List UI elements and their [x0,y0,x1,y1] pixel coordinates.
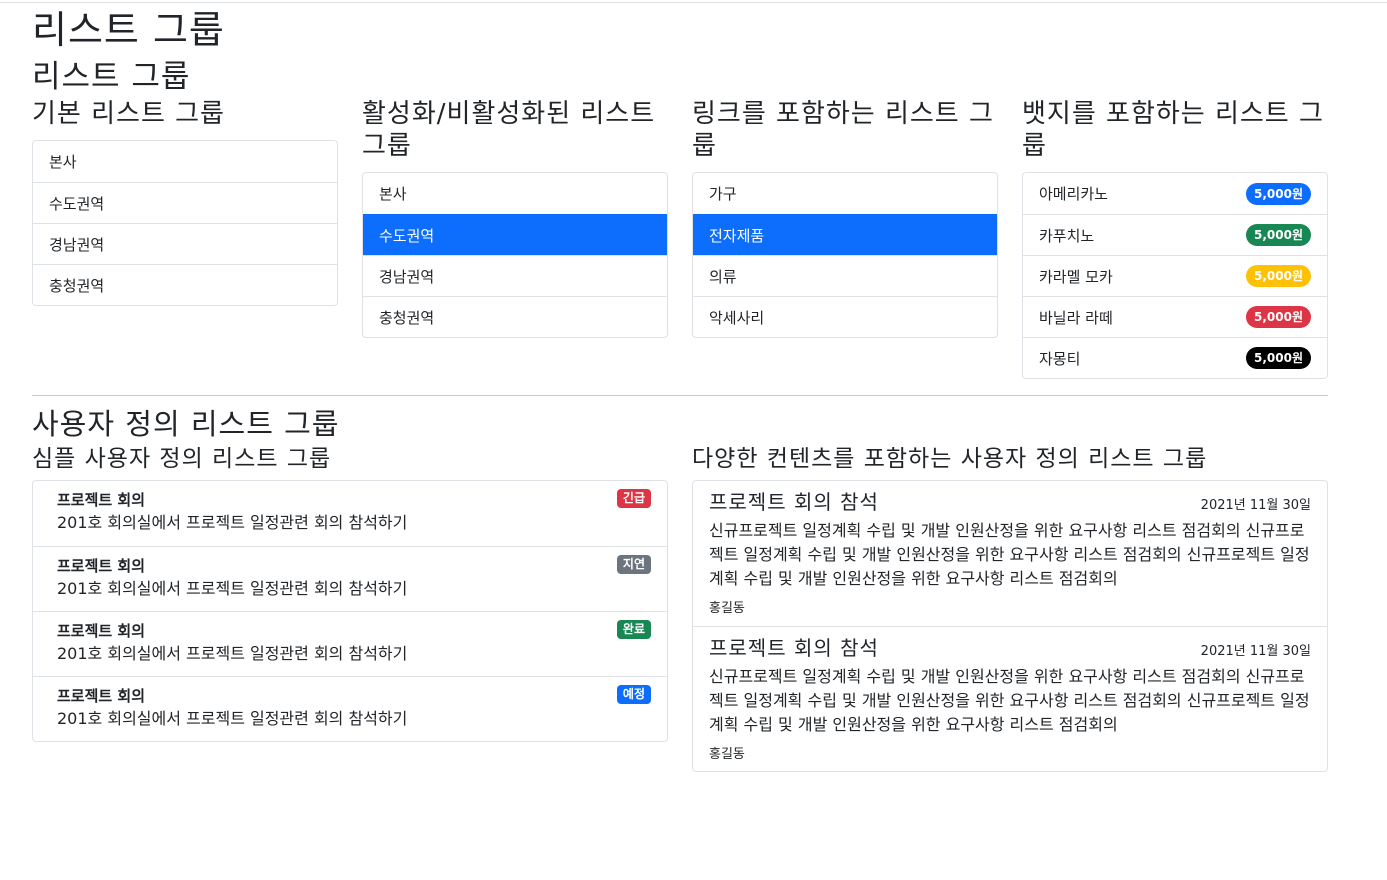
status-badge: 긴급 [616,489,651,508]
list-item: 프로젝트 회의 201호 회의실에서 프로젝트 일정관련 회의 참석하기 예정 [33,676,667,741]
item-label: 바닐라 라떼 [1039,308,1113,327]
list-item: 프로젝트 회의 201호 회의실에서 프로젝트 일정관련 회의 참석하기 지연 [33,546,667,611]
list-item: 경남권역 [363,255,667,296]
list-item-active: 수도권역 [363,214,667,255]
list-item: 카푸치노 5,000원 [1023,214,1327,255]
active-list-title: 활성화/비활성화된 리스트 그룹 [362,99,656,161]
link-list-title: 링크를 포함하는 리스트 그룹 [692,99,994,161]
section-divider [32,395,1328,396]
item-heading: 프로젝트 회의 [57,557,146,575]
basic-list-title: 기본 리스트 그룹 [32,99,225,129]
list-link-clothing[interactable]: 의류 [693,255,997,296]
badge-list-title: 뱃지를 포함하는 리스트 그룹 [1022,99,1324,161]
item-body: 201호 회의실에서 프로젝트 일정관련 회의 참석하기 [57,644,408,663]
item-body: 신규프로젝트 일정계획 수립 및 개발 인원산정을 위한 요구사항 리스트 점검… [709,521,1310,588]
rich-custom-list: 프로젝트 회의 참석 2021년 11월 30일 신규프로젝트 일정계획 수립 … [692,480,1328,772]
link-list-column: 링크를 포함하는 리스트 그룹 가구 전자제품 의류 악세사리 [692,98,998,379]
active-list-group: 본사 수도권역 경남권역 충청권역 [362,172,668,338]
simple-custom-title: 심플 사용자 정의 리스트 그룹 [32,446,332,472]
price-badge: 5,000원 [1246,306,1311,328]
item-author: 홍길동 [709,601,745,616]
list-item: 충청권역 [33,264,337,305]
basic-list-column: 기본 리스트 그룹 본사 수도권역 경남권역 충청권역 [32,98,338,379]
item-author: 홍길동 [709,747,745,762]
item-label: 카푸치노 [1039,226,1095,245]
list-item: 자몽티 5,000원 [1023,337,1327,378]
simple-custom-column: 심플 사용자 정의 리스트 그룹 프로젝트 회의 201호 회의실에서 프로젝트… [32,444,668,772]
status-badge: 예정 [616,685,651,704]
price-badge: 5,000원 [1246,347,1311,369]
list-item[interactable]: 프로젝트 회의 참석 2021년 11월 30일 신규프로젝트 일정계획 수립 … [693,481,1327,626]
status-badge: 지연 [616,555,651,574]
list-item: 경남권역 [33,223,337,264]
page-title: 리스트 그룹 [32,8,225,52]
main-container: 리스트 그룹 리스트 그룹 기본 리스트 그룹 본사 수도권역 경남권역 충청권… [32,0,1328,772]
price-badge: 5,000원 [1246,182,1311,205]
item-label: 자몽티 [1039,349,1081,368]
item-heading: 프로젝트 회의 [57,622,146,640]
active-list-column: 활성화/비활성화된 리스트 그룹 본사 수도권역 경남권역 충청권역 [362,98,668,379]
status-badge: 완료 [616,620,651,639]
badge-list-column: 뱃지를 포함하는 리스트 그룹 아메리카노 5,000원 카푸치노 5,000원… [1022,98,1328,379]
list-item: 본사 [379,185,407,203]
item-body: 201호 회의실에서 프로젝트 일정관련 회의 참석하기 [57,709,408,728]
list-item: 프로젝트 회의 201호 회의실에서 프로젝트 일정관련 회의 참석하기 긴급 [33,481,667,546]
item-label: 카라멜 모카 [1039,267,1113,286]
list-item: 바닐라 라떼 5,000원 [1023,296,1327,337]
list-item: 프로젝트 회의 201호 회의실에서 프로젝트 일정관련 회의 참석하기 완료 [33,611,667,676]
item-label: 아메리카노 [1039,185,1109,203]
item-body: 201호 회의실에서 프로젝트 일정관련 회의 참석하기 [57,579,408,598]
rich-custom-title: 다양한 컨텐츠를 포함하는 사용자 정의 리스트 그룹 [692,446,1208,472]
price-badge: 5,000원 [1246,224,1311,246]
badge-list-group: 아메리카노 5,000원 카푸치노 5,000원 카라멜 모카 5,000원 바… [1022,172,1328,379]
list-link-electronics[interactable]: 전자제품 [693,214,997,255]
list-link-accessories[interactable]: 악세사리 [693,296,997,337]
custom-lists-row: 심플 사용자 정의 리스트 그룹 프로젝트 회의 201호 회의실에서 프로젝트… [32,444,1328,772]
simple-custom-list: 프로젝트 회의 201호 회의실에서 프로젝트 일정관련 회의 참석하기 긴급 … [32,480,668,742]
list-groups-row: 기본 리스트 그룹 본사 수도권역 경남권역 충청권역 활성화/비활성화된 리스… [32,98,1328,379]
item-body: 신규프로젝트 일정계획 수립 및 개발 인원산정을 위한 요구사항 리스트 점검… [709,667,1310,734]
item-heading: 프로젝트 회의 [57,687,146,705]
list-item: 아메리카노 5,000원 [1023,173,1327,214]
section-title: 리스트 그룹 [32,59,191,95]
price-badge: 5,000원 [1246,265,1311,287]
list-item: 충청권역 [363,296,667,337]
item-date: 2021년 11월 30일 [1200,498,1311,513]
list-item: 카라멜 모카 5,000원 [1023,255,1327,296]
item-heading: 프로젝트 회의 [57,491,146,509]
list-item: 본사 [49,153,77,171]
item-date: 2021년 11월 30일 [1200,644,1311,659]
rich-custom-column: 다양한 컨텐츠를 포함하는 사용자 정의 리스트 그룹 프로젝트 회의 참석 2… [692,444,1328,772]
item-heading: 프로젝트 회의 참석 [709,636,879,660]
list-link-furniture[interactable]: 가구 [693,173,997,214]
list-item[interactable]: 프로젝트 회의 참석 2021년 11월 30일 신규프로젝트 일정계획 수립 … [693,626,1327,771]
link-list-group: 가구 전자제품 의류 악세사리 [692,172,998,338]
basic-list-group: 본사 수도권역 경남권역 충청권역 [32,140,338,306]
item-body: 201호 회의실에서 프로젝트 일정관련 회의 참석하기 [57,513,408,532]
list-item: 수도권역 [33,182,337,223]
custom-section-title: 사용자 정의 리스트 그룹 [32,407,340,441]
item-heading: 프로젝트 회의 참석 [709,490,879,514]
